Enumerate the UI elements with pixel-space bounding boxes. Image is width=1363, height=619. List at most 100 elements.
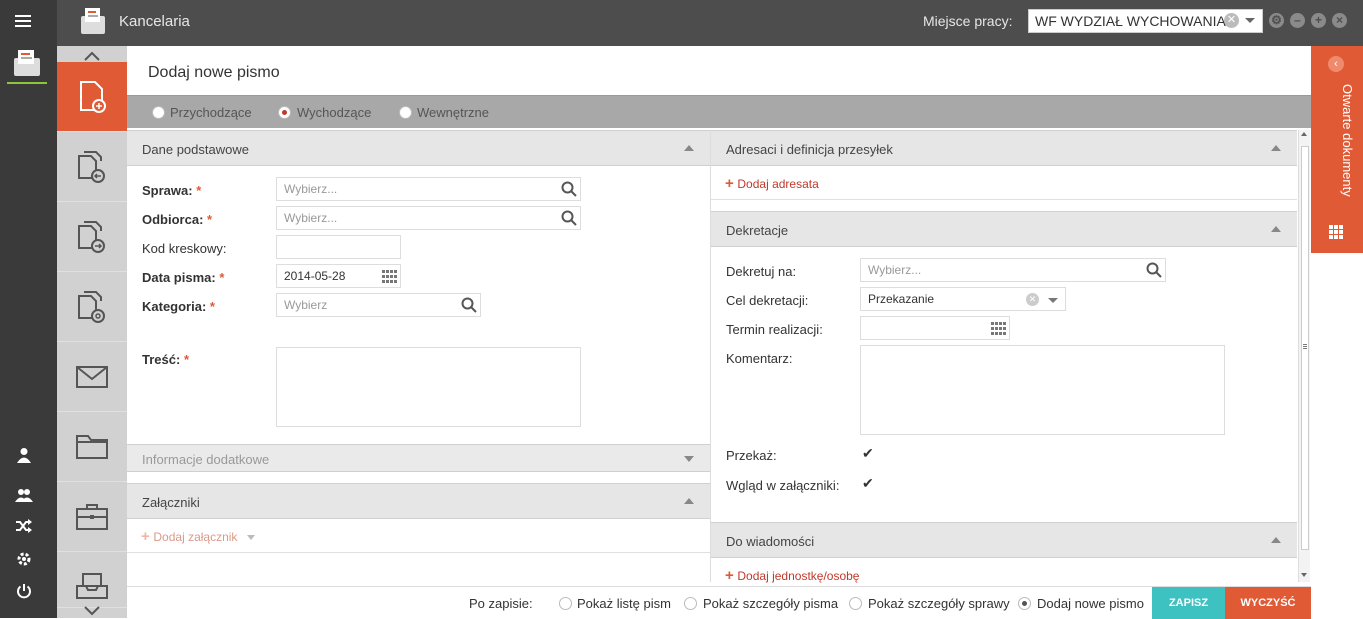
nav-inbox[interactable]	[57, 552, 127, 608]
radio-show-doc-label[interactable]: Pokaż szczegóły pisma	[703, 596, 838, 611]
chevron-down-icon[interactable]	[84, 604, 100, 616]
search-icon[interactable]	[561, 210, 577, 226]
chevron-down-icon[interactable]	[1048, 298, 1058, 303]
komentarz-textarea[interactable]	[860, 345, 1225, 435]
kancelaria-app-icon[interactable]	[10, 48, 44, 80]
nav-outgoing-docs[interactable]	[57, 202, 127, 272]
collapse-icon[interactable]	[1271, 145, 1281, 151]
nav-incoming-docs[interactable]	[57, 132, 127, 202]
przekaz-checkbox[interactable]: ✔	[862, 445, 874, 462]
maximize-icon[interactable]: +	[1311, 13, 1326, 28]
section-info-title: Do wiadomości	[726, 534, 815, 549]
section-attachments-header[interactable]: Załączniki	[127, 483, 710, 519]
divider	[127, 552, 710, 553]
add-recipient-button[interactable]: + Dodaj jednostkę/osobę	[725, 567, 859, 584]
chevron-down-icon[interactable]	[1245, 18, 1255, 23]
wglad-checkbox[interactable]: ✔	[862, 475, 874, 492]
expand-icon[interactable]	[684, 456, 694, 462]
section-decrees-header[interactable]: Dekretacje	[711, 211, 1297, 247]
scrollbar-thumb[interactable]	[1301, 146, 1309, 550]
open-documents-panel[interactable]: ‹ Otwarte dokumenty	[1311, 46, 1363, 253]
sprawa-input[interactable]: Wybierz...	[276, 177, 581, 201]
radio-show-list[interactable]	[559, 597, 572, 610]
settings-gear-icon[interactable]	[14, 551, 34, 569]
chevron-left-icon[interactable]: ‹	[1328, 56, 1344, 72]
collapse-icon[interactable]	[684, 498, 694, 504]
radio-incoming-label[interactable]: Przychodzące	[170, 105, 252, 120]
radio-internal-label[interactable]: Wewnętrzne	[417, 105, 489, 120]
termin-input[interactable]	[860, 316, 1010, 340]
nav-internal-docs[interactable]	[57, 272, 127, 342]
radio-add-new[interactable]	[1018, 597, 1031, 610]
tresc-textarea[interactable]	[276, 347, 581, 427]
nav-folders[interactable]	[57, 412, 127, 482]
section-extra-title: Informacje dodatkowe	[142, 452, 270, 467]
radio-show-list-label[interactable]: Pokaż listę pism	[577, 596, 671, 611]
new-document-icon	[80, 81, 106, 113]
scroll-down-icon[interactable]	[1301, 573, 1307, 577]
module-nav	[57, 46, 127, 618]
calendar-icon[interactable]	[382, 270, 397, 283]
column-divider	[710, 130, 711, 582]
search-icon[interactable]	[1146, 262, 1162, 278]
calendar-icon[interactable]	[991, 322, 1006, 335]
dekretuj-input[interactable]: Wybierz...	[860, 258, 1166, 282]
divider	[711, 199, 1297, 200]
kategoria-label: Kategoria: *	[142, 299, 215, 314]
close-icon[interactable]: ×	[1332, 13, 1347, 28]
scrollbar[interactable]	[1298, 130, 1310, 582]
przekaz-label: Przekaż:	[726, 448, 777, 463]
shuffle-icon[interactable]	[14, 519, 34, 537]
plus-icon: +	[725, 567, 734, 584]
menu-icon[interactable]	[15, 15, 31, 28]
save-button[interactable]: ZAPISZ	[1152, 587, 1225, 619]
radio-outgoing-label[interactable]: Wychodzące	[297, 105, 371, 120]
add-addressee-button[interactable]: + Dodaj adresata	[725, 175, 819, 192]
kod-input[interactable]	[276, 235, 401, 259]
briefcase-icon	[76, 504, 108, 530]
add-attachment-button[interactable]: + Dodaj załącznik	[141, 528, 256, 545]
section-addressees-header[interactable]: Adresaci i definicja przesyłek	[711, 130, 1297, 166]
section-extra-header[interactable]: Informacje dodatkowe	[127, 444, 710, 472]
radio-show-case-label[interactable]: Pokaż szczegóły sprawy	[868, 596, 1010, 611]
nav-briefcase[interactable]	[57, 482, 127, 552]
clear-button[interactable]: WYCZYŚĆ	[1225, 587, 1311, 619]
termin-label: Termin realizacji:	[726, 322, 823, 337]
plus-icon: +	[725, 175, 734, 192]
kategoria-input[interactable]: Wybierz	[276, 293, 481, 317]
wglad-label: Wgląd w załączniki:	[726, 478, 840, 493]
power-icon[interactable]	[14, 583, 34, 601]
plus-icon: +	[141, 528, 150, 545]
cel-select[interactable]: Przekazanie ✕	[860, 287, 1066, 311]
radio-show-case[interactable]	[849, 597, 862, 610]
users-icon[interactable]	[14, 487, 34, 505]
section-info-header[interactable]: Do wiadomości	[711, 522, 1297, 558]
data-input[interactable]: 2014-05-28	[276, 264, 401, 288]
scroll-up-icon[interactable]	[1301, 132, 1307, 136]
grid-icon[interactable]	[1329, 225, 1343, 242]
chevron-down-icon[interactable]	[247, 535, 256, 541]
nav-new-document[interactable]	[57, 62, 127, 132]
kancelaria-logo-icon	[79, 6, 107, 39]
user-icon[interactable]	[14, 447, 34, 465]
collapse-icon[interactable]	[684, 145, 694, 151]
radio-outgoing[interactable]	[278, 106, 291, 119]
collapse-icon[interactable]	[1271, 537, 1281, 543]
radio-internal[interactable]	[399, 106, 412, 119]
odbiorca-input[interactable]: Wybierz...	[276, 206, 581, 230]
gear-icon[interactable]: ⚙	[1269, 13, 1284, 28]
incoming-document-icon	[78, 151, 105, 183]
radio-incoming[interactable]	[152, 106, 165, 119]
radio-show-doc[interactable]	[684, 597, 697, 610]
minimize-icon[interactable]: –	[1290, 13, 1305, 28]
clear-icon[interactable]: ✕	[1026, 293, 1039, 306]
section-basic-header[interactable]: Dane podstawowe	[127, 130, 710, 166]
chevron-up-icon[interactable]	[84, 49, 100, 61]
radio-add-new-label[interactable]: Dodaj nowe pismo	[1037, 596, 1144, 611]
search-icon[interactable]	[461, 297, 477, 313]
workplace-clear-icon[interactable]: ✕	[1224, 13, 1239, 28]
search-icon[interactable]	[561, 181, 577, 197]
envelope-icon	[76, 366, 108, 388]
collapse-icon[interactable]	[1271, 226, 1281, 232]
nav-mail[interactable]	[57, 342, 127, 412]
